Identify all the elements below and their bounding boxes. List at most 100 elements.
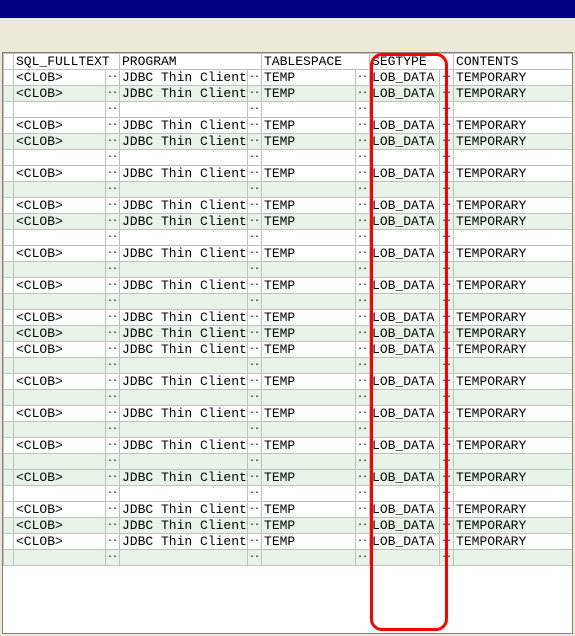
cell-expand-icon[interactable]: ··· <box>440 70 454 86</box>
cell-expand-icon[interactable]: ··· <box>356 246 370 262</box>
row-gutter[interactable] <box>4 86 14 102</box>
cell-expand-icon[interactable]: ··· <box>106 550 120 566</box>
row-gutter[interactable] <box>4 406 14 422</box>
cell-expand-icon[interactable]: ··· <box>440 438 454 454</box>
cell-expand-icon[interactable]: ··· <box>248 486 262 502</box>
cell-sql[interactable]: <CLOB> <box>14 518 106 534</box>
cell-contents[interactable]: TEMPORARY <box>454 70 573 86</box>
cell-tablespace[interactable] <box>262 262 356 278</box>
cell-segtype[interactable]: LOB_DATA <box>370 374 440 390</box>
cell-program[interactable]: JDBC Thin Client <box>120 166 248 182</box>
cell-expand-icon[interactable]: ··· <box>440 262 454 278</box>
cell-segtype[interactable] <box>370 390 440 406</box>
cell-expand-icon[interactable]: ··· <box>440 534 454 550</box>
cell-expand-icon[interactable]: ··· <box>106 214 120 230</box>
cell-expand-icon[interactable]: ··· <box>356 374 370 390</box>
cell-expand-icon[interactable]: ··· <box>106 134 120 150</box>
cell-contents[interactable] <box>454 358 573 374</box>
row-gutter[interactable] <box>4 470 14 486</box>
cell-expand-icon[interactable]: ··· <box>356 406 370 422</box>
row-gutter[interactable] <box>4 310 14 326</box>
row-gutter[interactable] <box>4 422 14 438</box>
cell-tablespace[interactable]: TEMP <box>262 118 356 134</box>
table-row[interactable]: <CLOB>···JDBC Thin Client···TEMP···LOB_D… <box>4 278 574 294</box>
cell-expand-icon[interactable]: ··· <box>440 486 454 502</box>
cell-tablespace[interactable]: TEMP <box>262 518 356 534</box>
table-row[interactable]: <CLOB>···JDBC Thin Client···TEMP···LOB_D… <box>4 118 574 134</box>
cell-sql[interactable]: <CLOB> <box>14 166 106 182</box>
cell-tablespace[interactable]: TEMP <box>262 246 356 262</box>
cell-expand-icon[interactable]: ··· <box>106 198 120 214</box>
cell-segtype[interactable]: LOB_DATA <box>370 470 440 486</box>
cell-program[interactable] <box>120 550 248 566</box>
cell-contents[interactable] <box>454 390 573 406</box>
cell-sql[interactable]: <CLOB> <box>14 470 106 486</box>
table-row[interactable]: ············ <box>4 358 574 374</box>
cell-expand-icon[interactable]: ··· <box>106 342 120 358</box>
cell-expand-icon[interactable]: ··· <box>106 454 120 470</box>
cell-contents[interactable] <box>454 102 573 118</box>
cell-expand-icon[interactable]: ··· <box>440 230 454 246</box>
cell-expand-icon[interactable]: ··· <box>248 518 262 534</box>
table-row[interactable]: ············ <box>4 294 574 310</box>
cell-tablespace[interactable]: TEMP <box>262 310 356 326</box>
cell-expand-icon[interactable]: ··· <box>440 374 454 390</box>
cell-contents[interactable]: TEMPORARY <box>454 214 573 230</box>
cell-sql[interactable] <box>14 422 106 438</box>
cell-expand-icon[interactable]: ··· <box>440 134 454 150</box>
cell-contents[interactable] <box>454 230 573 246</box>
table-row[interactable]: ············ <box>4 102 574 118</box>
cell-sql[interactable] <box>14 358 106 374</box>
cell-expand-icon[interactable]: ··· <box>106 406 120 422</box>
cell-sql[interactable]: <CLOB> <box>14 70 106 86</box>
cell-expand-icon[interactable]: ··· <box>248 230 262 246</box>
cell-tablespace[interactable]: TEMP <box>262 86 356 102</box>
col-header-sql[interactable]: SQL_FULLTEXT <box>14 54 120 70</box>
cell-tablespace[interactable]: TEMP <box>262 502 356 518</box>
cell-expand-icon[interactable]: ··· <box>356 214 370 230</box>
row-gutter[interactable] <box>4 230 14 246</box>
row-gutter[interactable] <box>4 262 14 278</box>
cell-expand-icon[interactable]: ··· <box>440 310 454 326</box>
cell-program[interactable]: JDBC Thin Client <box>120 326 248 342</box>
cell-contents[interactable] <box>454 262 573 278</box>
cell-expand-icon[interactable]: ··· <box>248 134 262 150</box>
cell-sql[interactable]: <CLOB> <box>14 278 106 294</box>
row-gutter[interactable] <box>4 214 14 230</box>
cell-segtype[interactable]: LOB_DATA <box>370 214 440 230</box>
cell-expand-icon[interactable]: ··· <box>440 182 454 198</box>
cell-expand-icon[interactable]: ··· <box>440 342 454 358</box>
cell-tablespace[interactable]: TEMP <box>262 198 356 214</box>
cell-expand-icon[interactable]: ··· <box>356 342 370 358</box>
cell-tablespace[interactable]: TEMP <box>262 214 356 230</box>
cell-program[interactable] <box>120 390 248 406</box>
row-gutter[interactable] <box>4 102 14 118</box>
cell-segtype[interactable] <box>370 182 440 198</box>
cell-sql[interactable] <box>14 230 106 246</box>
cell-expand-icon[interactable]: ··· <box>356 166 370 182</box>
cell-program[interactable] <box>120 454 248 470</box>
row-gutter[interactable] <box>4 70 14 86</box>
cell-contents[interactable]: TEMPORARY <box>454 310 573 326</box>
cell-expand-icon[interactable]: ··· <box>440 518 454 534</box>
cell-segtype[interactable] <box>370 262 440 278</box>
cell-contents[interactable] <box>454 550 573 566</box>
cell-expand-icon[interactable]: ··· <box>248 310 262 326</box>
cell-sql[interactable]: <CLOB> <box>14 134 106 150</box>
cell-expand-icon[interactable]: ··· <box>440 246 454 262</box>
cell-expand-icon[interactable]: ··· <box>356 294 370 310</box>
cell-contents[interactable]: TEMPORARY <box>454 534 573 550</box>
cell-expand-icon[interactable]: ··· <box>106 502 120 518</box>
cell-program[interactable]: JDBC Thin Client <box>120 406 248 422</box>
cell-tablespace[interactable]: TEMP <box>262 406 356 422</box>
cell-contents[interactable]: TEMPORARY <box>454 166 573 182</box>
cell-segtype[interactable]: LOB_DATA <box>370 166 440 182</box>
cell-sql[interactable]: <CLOB> <box>14 438 106 454</box>
cell-program[interactable]: JDBC Thin Client <box>120 470 248 486</box>
row-gutter[interactable] <box>4 118 14 134</box>
cell-expand-icon[interactable]: ··· <box>440 390 454 406</box>
cell-expand-icon[interactable]: ··· <box>356 502 370 518</box>
col-header-contents[interactable]: CONTENTS <box>454 54 573 70</box>
cell-segtype[interactable] <box>370 550 440 566</box>
cell-tablespace[interactable] <box>262 550 356 566</box>
